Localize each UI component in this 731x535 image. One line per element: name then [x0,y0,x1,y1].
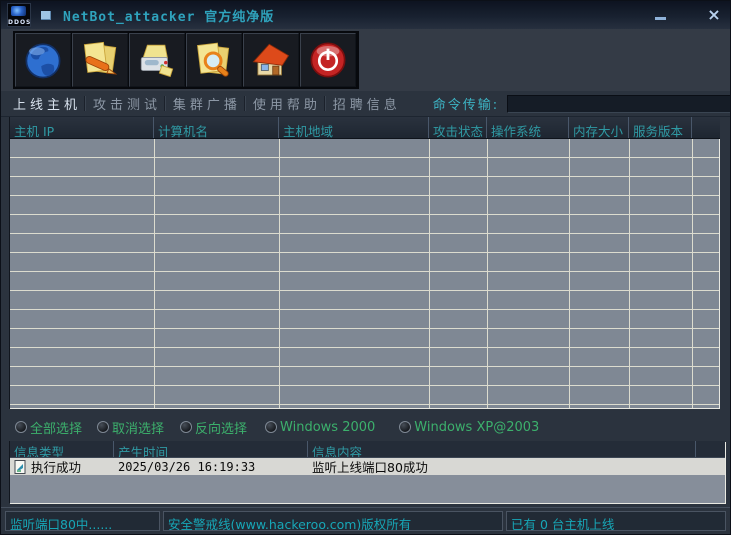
column-header-message-content[interactable]: 信息内容 [308,441,696,457]
grid-line [154,139,155,408]
status-online-hosts-count: 已有 0 台主机上线 [506,511,726,531]
radio-label: 取消选择 [112,418,164,437]
broadcast-button[interactable] [129,33,185,87]
column-header-host-ip[interactable]: 主机 IP [10,117,154,138]
column-header-created-time[interactable]: 产生时间 [114,441,308,457]
menu-item-recruit-info[interactable]: 招聘信息 [333,94,401,113]
column-header-memory[interactable]: 内存大小 [569,117,629,138]
log-row[interactable]: 执行成功 2025/03/26 16:19:33 监听上线端口80成功 [10,458,725,475]
grid-line [487,139,488,408]
radio-select-all[interactable]: 全部选择 [15,418,82,437]
radio-label: 全部选择 [30,418,82,437]
minimize-icon [655,17,666,20]
help-home-button[interactable] [243,33,299,87]
grid-line [629,139,630,408]
radio-icon [15,421,27,433]
radio-invert-selection[interactable]: 反向选择 [180,418,247,437]
search-button[interactable] [186,33,242,87]
menu-bar: 上线主机 攻击测试 集群广播 使用帮助 招聘信息 命令传输: [1,91,731,117]
log-item-icon [14,460,27,474]
minimize-button[interactable] [649,3,671,25]
radio-label: 反向选择 [195,418,247,437]
radio-icon [399,421,411,433]
toolbar-button-panel [13,31,359,89]
status-copyright: 安全警戒线(www.hackeroo.com)版权所有 [163,511,503,531]
grid-line [569,139,570,408]
menu-item-attack-test[interactable]: 攻击测试 [93,94,161,113]
log-table-body: 执行成功 2025/03/26 16:19:33 监听上线端口80成功 [10,458,725,503]
selection-options-row: 全部选择 取消选择 反向选择 Windows 2000 Windows XP@2… [1,414,731,440]
radio-windows-xp-2003[interactable]: Windows XP@2003 [399,420,539,435]
column-header-empty [696,441,725,457]
log-content: 监听上线端口80成功 [308,457,696,476]
radio-label: Windows XP@2003 [414,420,539,435]
menu-separator [84,96,86,111]
menu-item-help[interactable]: 使用帮助 [253,94,321,113]
radio-windows-2000[interactable]: Windows 2000 [265,420,375,435]
app-window: DDOS NetBot_attacker 官方纯净版 × [0,0,731,535]
window-title: NetBot_attacker 官方纯净版 [63,6,274,25]
attack-test-button[interactable] [72,33,128,87]
log-table-header: 信息类型 产生时间 信息内容 [10,441,725,458]
column-header-message-type[interactable]: 信息类型 [10,441,114,457]
menu-separator [164,96,166,111]
app-icon-label: DDOS [8,19,30,26]
online-hosts-button[interactable] [15,33,71,87]
exit-button[interactable] [300,33,356,87]
column-header-attack-status[interactable]: 攻击状态 [429,117,487,138]
log-type: 执行成功 [31,457,81,476]
menu-item-cluster-broadcast[interactable]: 集群广播 [173,94,241,113]
title-decoration-square [41,11,51,20]
host-table-header: 主机 IP 计算机名 主机地域 攻击状态 操作系统 内存大小 服务版本 [10,117,720,139]
grid-line [279,139,280,408]
column-header-service-version[interactable]: 服务版本 [629,117,692,138]
home-icon [250,39,292,81]
menu-separator [244,96,246,111]
command-transfer-label: 命令传输: [433,94,499,113]
search-folder-icon [193,39,235,81]
column-header-empty [692,117,720,138]
status-listening-port: 监听端口80中...... [5,511,160,531]
host-table-body[interactable] [10,139,720,409]
close-button[interactable]: × [702,4,726,26]
grid-line [429,139,430,408]
compose-document-icon [79,39,121,81]
radio-icon [180,421,192,433]
column-header-host-region[interactable]: 主机地域 [279,117,429,138]
power-icon [307,39,349,81]
menu-separator [324,96,326,111]
status-bar: 监听端口80中...... 安全警戒线(www.hackeroo.com)版权所… [1,507,731,535]
message-log-table: 信息类型 产生时间 信息内容 执行成功 2025/03/26 16:19:33 … [9,441,725,503]
grid-line [692,139,693,408]
globe-icon [22,39,64,81]
app-icon-image [11,6,26,16]
toolbar [1,29,731,91]
menu-item-online-hosts[interactable]: 上线主机 [13,94,81,113]
host-table: 主机 IP 计算机名 主机地域 攻击状态 操作系统 内存大小 服务版本 [9,117,720,409]
radio-deselect[interactable]: 取消选择 [97,418,164,437]
column-header-computer-name[interactable]: 计算机名 [154,117,279,138]
app-icon: DDOS [7,3,31,27]
command-input[interactable] [507,95,731,113]
radio-label: Windows 2000 [280,420,375,435]
title-bar: DDOS NetBot_attacker 官方纯净版 × [1,1,731,29]
radio-icon [265,421,277,433]
radio-icon [97,421,109,433]
log-time: 2025/03/26 16:19:33 [114,460,308,474]
column-header-os[interactable]: 操作系统 [487,117,569,138]
printer-icon [136,39,178,81]
